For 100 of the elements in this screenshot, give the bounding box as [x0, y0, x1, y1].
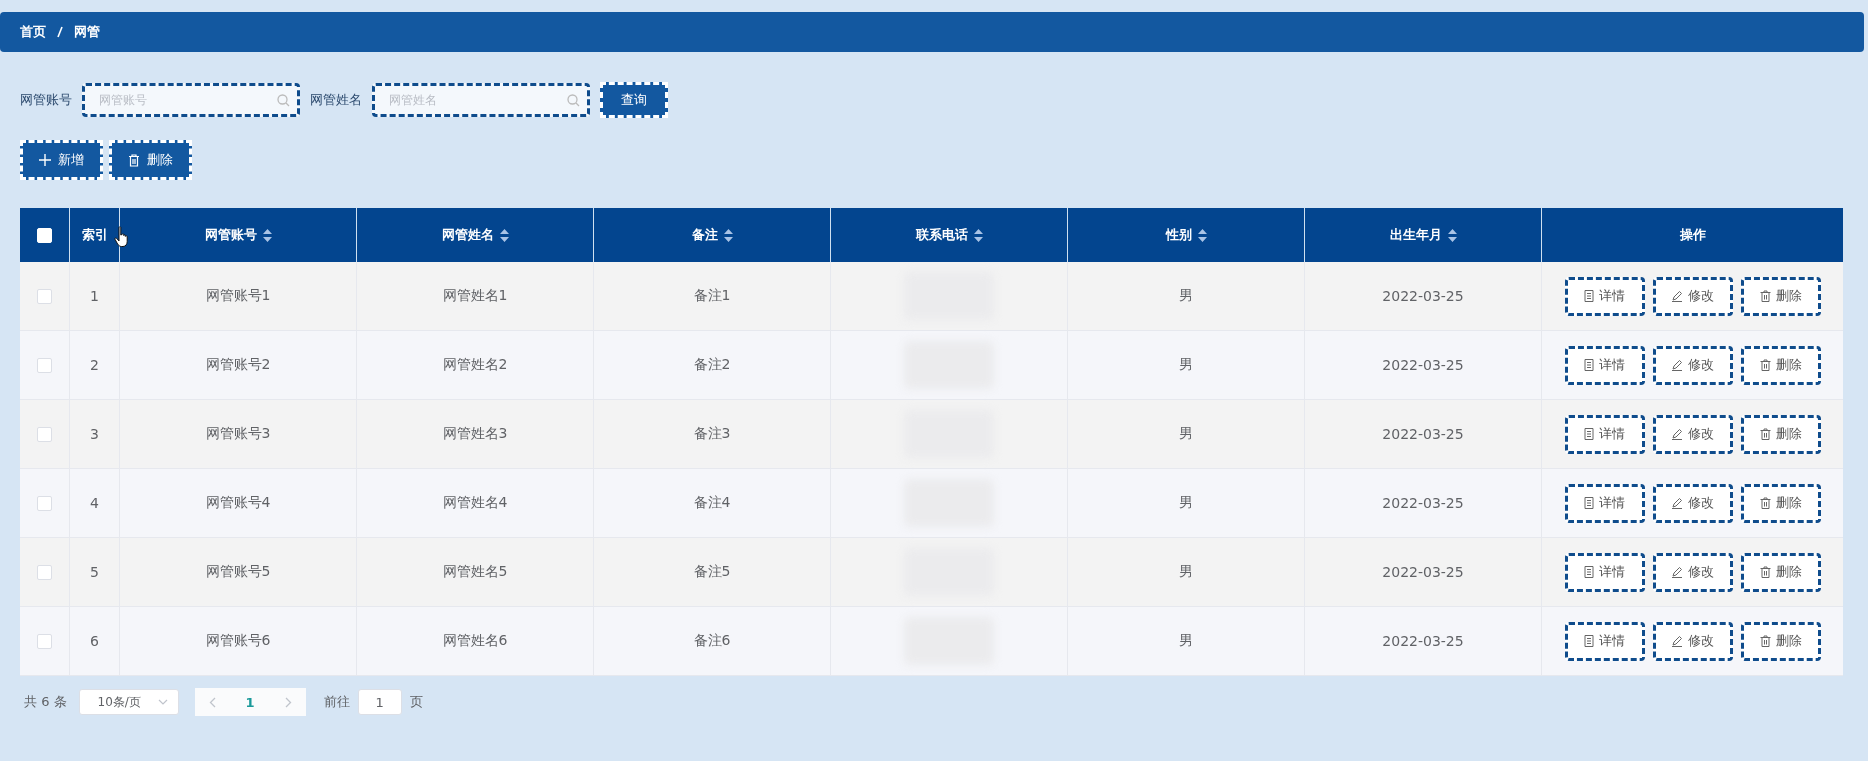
table-cell: 男: [1179, 356, 1193, 374]
delete-button[interactable]: 删除: [109, 140, 192, 180]
sort-icon[interactable]: [1197, 228, 1207, 242]
delete-button[interactable]: 删除: [1740, 345, 1821, 385]
table-cell: 2022-03-25: [1382, 426, 1464, 442]
detail-button[interactable]: 详情: [1564, 621, 1645, 661]
document-icon: [1584, 428, 1594, 440]
add-button[interactable]: 新增: [20, 140, 103, 180]
table-cell: 2022-03-25: [1382, 288, 1464, 304]
row-checkbox[interactable]: [37, 288, 52, 304]
delete-button[interactable]: 删除: [1740, 414, 1821, 454]
sort-icon[interactable]: [1447, 228, 1457, 242]
edit-button[interactable]: 修改: [1652, 552, 1733, 592]
table-cell: 网管账号1: [205, 287, 271, 305]
delete-button[interactable]: 删除: [1740, 621, 1821, 661]
table-cell: 4: [90, 495, 99, 511]
pencil-icon: [1671, 497, 1683, 509]
search-icon: [277, 94, 290, 107]
sort-icon[interactable]: [262, 228, 272, 242]
column-header[interactable]: 备注: [691, 226, 718, 244]
table-cell: 网管账号5: [205, 563, 271, 581]
document-icon: [1584, 566, 1594, 578]
table-cell: 男: [1179, 494, 1193, 512]
column-header[interactable]: 网管姓名: [441, 226, 494, 244]
table-cell: 网管账号6: [205, 632, 271, 650]
column-header[interactable]: 索引: [81, 226, 108, 244]
table-cell: 2: [90, 357, 99, 373]
separator-icon: [56, 26, 64, 38]
page-suffix: 页: [409, 693, 423, 711]
table-cell: 2022-03-25: [1382, 564, 1464, 580]
table-cell: 网管姓名6: [442, 632, 508, 650]
column-header[interactable]: 联系电话: [915, 226, 968, 244]
detail-button[interactable]: 详情: [1564, 552, 1645, 592]
table-cell: 备注4: [693, 494, 731, 512]
search-icon: [567, 94, 580, 107]
breadcrumb-link[interactable]: 网管: [74, 23, 100, 41]
total-count: 共 6 条: [24, 693, 67, 711]
table-cell: 网管账号4: [205, 494, 271, 512]
row-checkbox[interactable]: [37, 633, 52, 649]
table-cell: 3: [90, 426, 99, 442]
table-cell: 备注6: [693, 632, 731, 650]
delete-button[interactable]: 删除: [1740, 552, 1821, 592]
table-cell: 备注5: [693, 563, 731, 581]
breadcrumb-link[interactable]: 首页: [20, 23, 46, 41]
detail-button[interactable]: 详情: [1564, 414, 1645, 454]
table-cell: 网管账号3: [205, 425, 271, 443]
trash-icon: [1759, 290, 1771, 302]
detail-button[interactable]: 详情: [1564, 483, 1645, 523]
column-header[interactable]: 操作: [1679, 226, 1706, 244]
field-label: 网管姓名: [310, 91, 362, 109]
column-header[interactable]: 出生年月: [1389, 226, 1442, 244]
table-cell: 5: [90, 564, 99, 580]
table-cell: 男: [1179, 287, 1193, 305]
pointer-cursor-icon: [114, 226, 130, 248]
document-icon: [1584, 635, 1594, 647]
table-cell: 1: [90, 288, 99, 304]
pencil-icon: [1671, 428, 1683, 440]
table-cell: 网管姓名5: [442, 563, 508, 581]
pencil-icon: [1671, 635, 1683, 647]
sort-icon[interactable]: [973, 228, 983, 242]
edit-button[interactable]: 修改: [1652, 483, 1733, 523]
pencil-icon: [1671, 290, 1683, 302]
document-icon: [1584, 497, 1594, 509]
trash-icon: [1759, 635, 1771, 647]
table-cell: 备注3: [693, 425, 731, 443]
detail-button[interactable]: 详情: [1564, 345, 1645, 385]
table-cell: 备注1: [693, 287, 731, 305]
goto-label: 前往: [323, 693, 350, 711]
detail-button[interactable]: 详情: [1564, 276, 1645, 316]
previous-page-icon[interactable]: [208, 696, 216, 708]
row-checkbox[interactable]: [37, 357, 52, 373]
field-label: 网管账号: [20, 91, 72, 109]
page-size-select[interactable]: 10条/页: [78, 689, 179, 715]
table-cell: 网管姓名1: [442, 287, 508, 305]
edit-button[interactable]: 修改: [1652, 621, 1733, 661]
select-all-checkbox[interactable]: [37, 227, 52, 243]
delete-button[interactable]: 删除: [1740, 483, 1821, 523]
trash-icon: [1759, 359, 1771, 371]
table-cell: 2022-03-25: [1382, 495, 1464, 511]
edit-button[interactable]: 修改: [1652, 414, 1733, 454]
search-button[interactable]: 查询: [600, 82, 668, 118]
delete-button[interactable]: 删除: [1740, 276, 1821, 316]
row-checkbox[interactable]: [37, 495, 52, 511]
row-checkbox[interactable]: [37, 426, 52, 442]
table-cell: 6: [90, 633, 99, 649]
table-cell: 2022-03-25: [1382, 633, 1464, 649]
column-header[interactable]: 性别: [1165, 226, 1192, 244]
next-page-icon[interactable]: [284, 696, 292, 708]
table-cell: 网管姓名3: [442, 425, 508, 443]
plus-icon: [39, 154, 51, 166]
row-checkbox[interactable]: [37, 564, 52, 580]
sort-icon[interactable]: [499, 228, 509, 242]
edit-button[interactable]: 修改: [1652, 345, 1733, 385]
sort-icon[interactable]: [723, 228, 733, 242]
edit-button[interactable]: 修改: [1652, 276, 1733, 316]
pencil-icon: [1671, 359, 1683, 371]
document-icon: [1584, 290, 1594, 302]
table-cell: 网管姓名4: [442, 494, 508, 512]
page-input[interactable]: 1: [357, 689, 402, 715]
column-header[interactable]: 网管账号: [204, 226, 257, 244]
